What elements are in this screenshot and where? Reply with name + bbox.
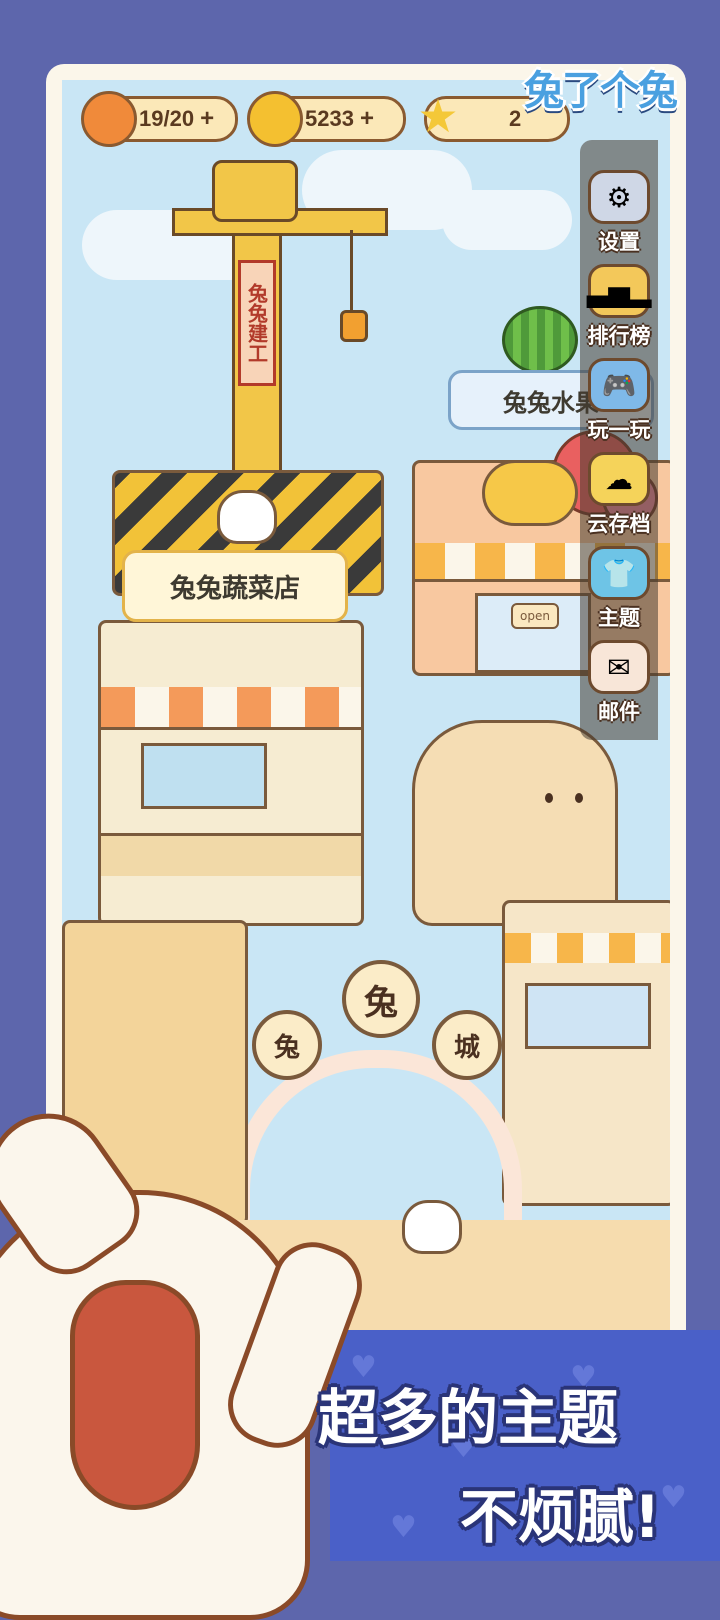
leaderboard-label: 排行榜 [587, 324, 651, 348]
mail-icon: ✉ [588, 640, 650, 694]
heart-icon: ♥ [390, 1510, 417, 1545]
vegetable-shop-sign: 兔兔蔬菜店 [122, 550, 348, 622]
gate-right-text: 城 [453, 1032, 480, 1063]
bunny-building [412, 720, 618, 926]
crane-sign: 兔兔建工 [238, 260, 276, 386]
gate-badge-right: 城 [432, 1010, 502, 1080]
coin-counter[interactable]: 5233 + [247, 91, 406, 147]
star-icon: ★ [417, 89, 459, 143]
carrot-icon [81, 91, 137, 147]
gear-icon: ⚙ [588, 170, 650, 224]
coin-count: 5233 [305, 106, 354, 131]
open-sign-text: open [520, 609, 550, 623]
star-count: 2 [509, 106, 522, 131]
crane[interactable]: 兔兔建工 [172, 160, 392, 520]
tagline-line1: 超多的主题 [318, 1384, 618, 1454]
cloud-save-button[interactable]: ☁ 云存档 [580, 452, 658, 538]
settings-button[interactable]: ⚙ 设置 [580, 170, 658, 256]
carrot-counter[interactable]: 19/20 + [81, 91, 238, 147]
tshirt-icon: 👕 [588, 546, 650, 600]
bunny-character[interactable] [402, 1200, 462, 1254]
play-button[interactable]: 🎮 玩一玩 [580, 358, 658, 444]
gamepad-icon: 🎮 [588, 358, 650, 412]
carrot-add-button[interactable]: + [200, 105, 214, 133]
gate-badge-center: 兔 [342, 960, 420, 1038]
right-building[interactable] [502, 900, 670, 1206]
open-sign: open [511, 603, 559, 629]
bunny-character[interactable] [217, 490, 277, 544]
vegetable-shop-sign-text: 兔兔蔬菜店 [169, 573, 300, 604]
podium-icon: ▃▅▂ [587, 264, 651, 318]
play-label: 玩一玩 [587, 418, 651, 442]
side-menu: ⚙ 设置 ▃▅▂ 排行榜 🎮 玩一玩 ☁ 云存档 👕 主题 ✉ 邮件 [580, 140, 658, 740]
crane-sign-text: 兔兔建工 [244, 283, 269, 363]
gate-badge-left: 兔 [252, 1010, 322, 1080]
mail-label: 邮件 [598, 700, 640, 724]
cloud-save-label: 云存档 [587, 512, 651, 536]
vegetable-shop[interactable] [98, 620, 364, 926]
watermelon [502, 306, 578, 374]
tagline-line2: 不烦腻! [460, 1483, 661, 1551]
theme-button[interactable]: 👕 主题 [580, 546, 658, 632]
gate-center-text: 兔 [364, 982, 398, 1023]
theme-label: 主题 [598, 606, 640, 630]
coin-add-button[interactable]: + [360, 105, 374, 133]
heart-icon: ♥ [660, 1480, 687, 1515]
leaderboard-button[interactable]: ▃▅▂ 排行榜 [580, 264, 658, 350]
mascot-bunny [0, 1090, 374, 1620]
gate-left-text: 兔 [273, 1032, 300, 1063]
settings-label: 设置 [598, 230, 640, 254]
cloud [442, 190, 572, 250]
game-logo: 兔了个兔 [524, 58, 704, 128]
game-title: 兔了个兔 [524, 68, 678, 114]
cloud-upload-icon: ☁ [588, 452, 650, 506]
mail-button[interactable]: ✉ 邮件 [580, 640, 658, 726]
carrot-count: 19/20 [139, 106, 195, 131]
coin-icon [247, 91, 303, 147]
